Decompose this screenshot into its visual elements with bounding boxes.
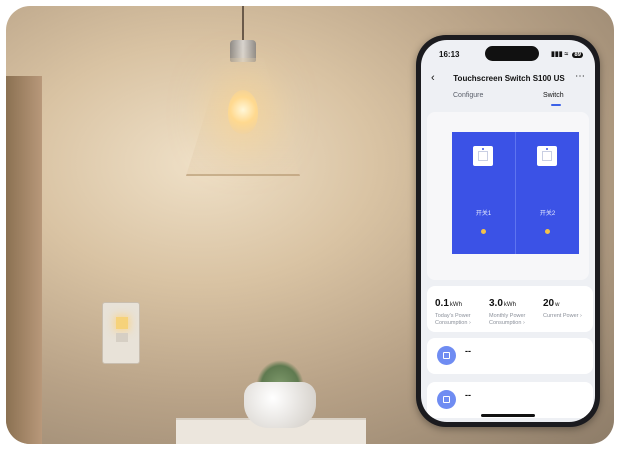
lamp-cord	[242, 6, 244, 40]
home-indicator	[481, 414, 535, 417]
key-indicator-dot	[482, 148, 484, 150]
stat-label: Current Power ›	[543, 313, 582, 319]
stat-current-power[interactable]: 20w Current Power ›	[543, 293, 595, 320]
stat-unit: kWh	[503, 302, 516, 308]
app-screen: 16:13 ▮▮▮ ≈ 89 ‹ Touchscreen Switch S100…	[421, 40, 595, 422]
phone-frame: 16:13 ▮▮▮ ≈ 89 ‹ Touchscreen Switch S100…	[416, 35, 600, 427]
status-time: 16:13	[439, 50, 460, 59]
stat-unit: w	[555, 302, 560, 308]
status-icons: ▮▮▮ ≈ 89	[551, 50, 583, 58]
switch-square-icon	[437, 346, 456, 365]
key-indicator-dot	[546, 148, 548, 150]
chevron-right-icon: ›	[522, 320, 525, 326]
list-item[interactable]: --	[427, 338, 593, 374]
stat-monthly-power[interactable]: 3.0kWh Monthly Power Consumption ›	[489, 293, 541, 327]
switch-device-card: 开关1 开关2	[427, 112, 589, 280]
status-bar: 16:13 ▮▮▮ ≈ 89	[421, 40, 595, 66]
chevron-right-icon: ›	[580, 313, 582, 319]
list-item[interactable]: --	[427, 382, 593, 418]
room-photo-background: 16:13 ▮▮▮ ≈ 89 ‹ Touchscreen Switch S100…	[6, 6, 614, 444]
tab-configure[interactable]: Configure	[453, 92, 483, 99]
stat-unit: kWh	[449, 302, 462, 308]
tab-bar: Configure Switch	[421, 92, 595, 108]
plant-pot	[244, 382, 316, 428]
switch-panel-1[interactable]: 开关1	[452, 132, 516, 254]
switch-label-2: 开关2	[539, 211, 556, 217]
wifi-icon: ≈	[564, 51, 569, 58]
stat-value: 20	[543, 298, 555, 309]
switch-led-2	[545, 229, 550, 234]
switch-key-2[interactable]	[537, 146, 557, 166]
stat-value: 0.1	[435, 298, 449, 309]
headboard	[6, 76, 42, 444]
power-stats-card: 0.1kWh Today's Power Consumption › 3.0kW…	[427, 286, 593, 332]
active-tab-indicator	[551, 104, 561, 106]
list-item-value: --	[465, 390, 471, 400]
key-square-icon	[542, 151, 552, 161]
more-options-icon[interactable]: ⋯	[575, 71, 585, 82]
switch-key-1[interactable]	[473, 146, 493, 166]
tab-switch[interactable]: Switch	[543, 92, 564, 99]
stat-label: Monthly Power Consumption ›	[489, 313, 526, 326]
battery-badge: 89	[572, 52, 583, 58]
stat-today-power[interactable]: 0.1kWh Today's Power Consumption ›	[435, 293, 487, 327]
switch-led-1	[481, 229, 486, 234]
stat-value: 3.0	[489, 298, 503, 309]
wall-switch-button-lit	[116, 317, 128, 329]
nav-bar: ‹ Touchscreen Switch S100 US ⋯	[421, 70, 595, 88]
switch-square-icon	[437, 390, 456, 409]
dynamic-island	[485, 46, 539, 61]
key-square-icon	[478, 151, 488, 161]
page-title: Touchscreen Switch S100 US	[453, 74, 565, 83]
list-item-value: --	[465, 346, 471, 356]
wall-switch-button	[116, 333, 128, 342]
stat-label: Today's Power Consumption ›	[435, 313, 471, 326]
chevron-right-icon: ›	[468, 320, 471, 326]
switch-panel-2[interactable]: 开关2	[516, 132, 579, 254]
switch-label-1: 开关1	[475, 211, 492, 217]
signal-icon: ▮▮▮	[551, 51, 563, 58]
light-bulb	[228, 90, 258, 134]
back-chevron-icon[interactable]: ‹	[431, 72, 435, 84]
